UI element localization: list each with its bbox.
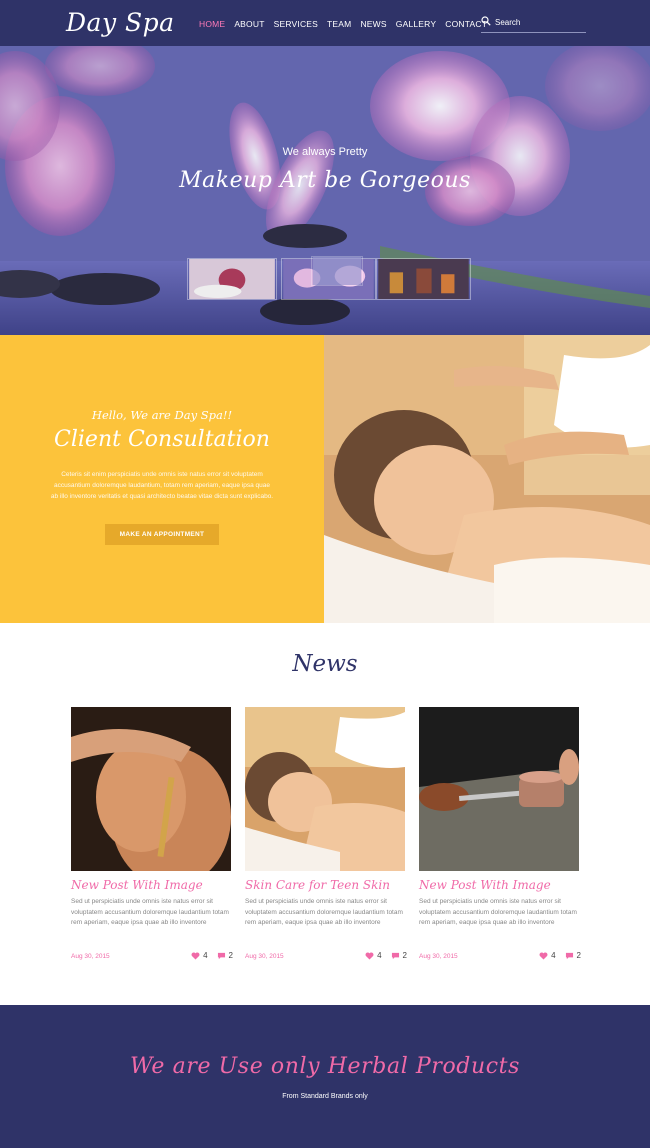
nav-team[interactable]: TEAM xyxy=(327,19,351,29)
hero-thumbnail-stone[interactable] xyxy=(311,256,363,286)
consultation-greeting: Hello, We are Day Spa!! xyxy=(91,408,233,422)
heart-icon xyxy=(365,952,374,960)
nav-about[interactable]: ABOUT xyxy=(234,19,264,29)
hero-banner: We always Pretty Makeup Art be Gorgeous xyxy=(0,46,650,335)
consultation-panel: Hello, We are Day Spa!! Client Consultat… xyxy=(0,335,324,623)
herbal-subtitle: From Standard Brands only xyxy=(282,1093,368,1100)
news-card-stats: 4 2 xyxy=(191,951,233,960)
nav-gallery[interactable]: GALLERY xyxy=(396,19,436,29)
make-appointment-button[interactable]: MAKE AN APPOINTMENT xyxy=(105,524,219,545)
news-card: Skin Care for Teen Skin Sed ut perspicia… xyxy=(245,707,407,967)
news-card-stats: 4 2 xyxy=(539,951,581,960)
comment-icon xyxy=(565,952,573,959)
likes-count: 4 xyxy=(551,951,556,960)
comments-stat[interactable]: 2 xyxy=(391,951,407,960)
consultation-text: Ceteris sit enim perspiciatis unde omnis… xyxy=(50,471,274,500)
heart-icon xyxy=(539,952,548,960)
massage-photo xyxy=(324,335,650,623)
search-icon[interactable] xyxy=(481,16,491,26)
news-image-cosmetics[interactable] xyxy=(419,707,579,871)
news-card-title[interactable]: Skin Care for Teen Skin xyxy=(245,878,420,892)
news-card-date: Aug 30, 2015 xyxy=(245,953,284,960)
comment-icon xyxy=(217,952,225,959)
nav-home[interactable]: HOME xyxy=(199,19,225,29)
search-input[interactable] xyxy=(495,15,583,29)
comments-count: 2 xyxy=(402,951,407,960)
news-heading: News xyxy=(292,651,358,677)
nav-news[interactable]: NEWS xyxy=(360,19,386,29)
consultation-section: Hello, We are Day Spa!! Client Consultat… xyxy=(0,335,650,623)
consultation-image xyxy=(324,335,650,623)
comment-icon xyxy=(391,952,399,959)
news-card-text: Sed ut perspiciatis unde omnis iste natu… xyxy=(419,898,577,926)
news-card: New Post With Image Sed ut perspiciatis … xyxy=(419,707,581,967)
likes-stat[interactable]: 4 xyxy=(539,951,556,960)
consultation-title: Client Consultation xyxy=(54,427,270,452)
search-box xyxy=(481,14,586,33)
news-card-text: Sed ut perspiciatis unde omnis iste natu… xyxy=(71,898,229,926)
news-card-text: Sed ut perspiciatis unde omnis iste natu… xyxy=(245,898,403,926)
likes-count: 4 xyxy=(203,951,208,960)
news-image-makeup[interactable] xyxy=(71,707,231,871)
news-card-stats: 4 2 xyxy=(365,951,407,960)
comments-count: 2 xyxy=(228,951,233,960)
nav-services[interactable]: SERVICES xyxy=(274,19,318,29)
comments-stat[interactable]: 2 xyxy=(565,951,581,960)
likes-stat[interactable]: 4 xyxy=(365,951,382,960)
hero-title: Makeup Art be Gorgeous xyxy=(179,168,471,193)
news-card-title[interactable]: New Post With Image xyxy=(71,878,246,892)
news-card-date: Aug 30, 2015 xyxy=(419,953,458,960)
herbal-products-section: We are Use only Herbal Products From Sta… xyxy=(0,1005,650,1148)
hero-thumbnail-1[interactable] xyxy=(187,258,277,300)
comments-stat[interactable]: 2 xyxy=(217,951,233,960)
likes-count: 4 xyxy=(377,951,382,960)
heart-icon xyxy=(191,952,200,960)
hero-thumbnail-3[interactable] xyxy=(376,258,471,300)
likes-stat[interactable]: 4 xyxy=(191,951,208,960)
news-card: New Post With Image Sed ut perspiciatis … xyxy=(71,707,233,967)
herbal-title: We are Use only Herbal Products xyxy=(129,1054,520,1079)
hero-subtitle: We always Pretty xyxy=(282,146,368,158)
comments-count: 2 xyxy=(576,951,581,960)
site-logo[interactable]: Day Spa xyxy=(66,8,175,37)
site-header: Day Spa HOME ABOUT SERVICES TEAM NEWS GA… xyxy=(0,0,650,46)
main-nav: HOME ABOUT SERVICES TEAM NEWS GALLERY CO… xyxy=(199,19,487,29)
news-image-massage[interactable] xyxy=(245,707,405,871)
news-card-date: Aug 30, 2015 xyxy=(71,953,110,960)
news-card-title[interactable]: New Post With Image xyxy=(419,878,594,892)
